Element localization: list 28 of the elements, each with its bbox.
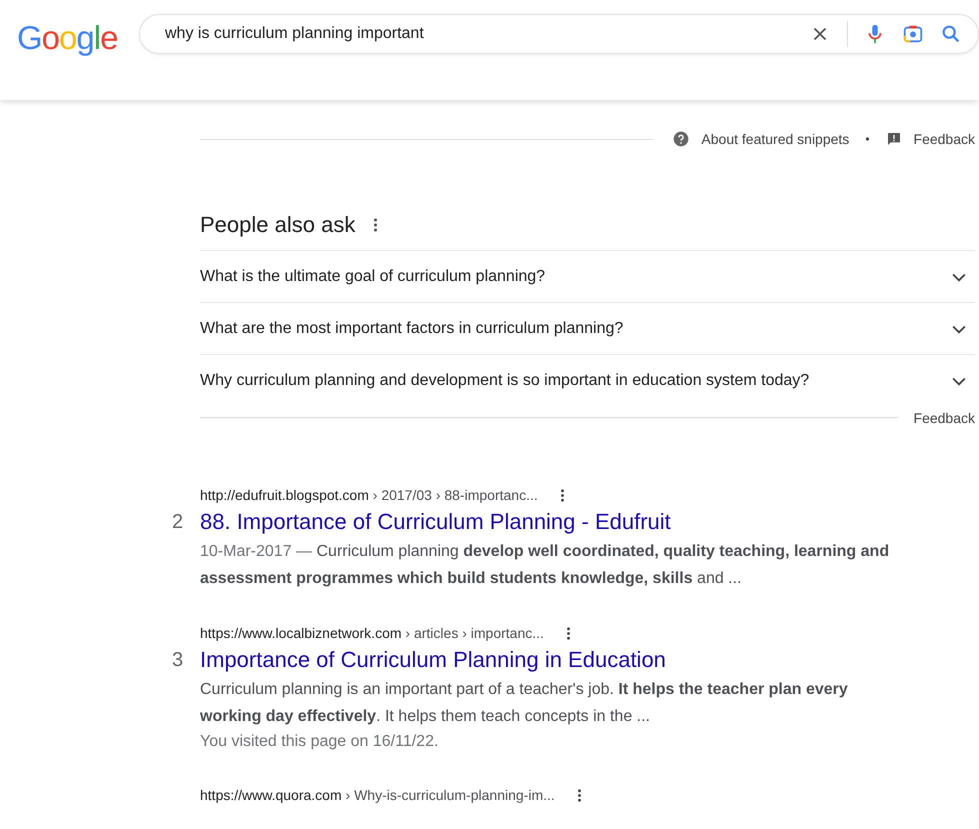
result-snippet: Curriculum planning is an important part of a teacher's job. It helps the teacher plan every working day effectively. It helps them teach concepts in the ...	[200, 680, 849, 727]
search-icon[interactable]	[940, 23, 962, 45]
more-icon[interactable]	[576, 788, 582, 802]
more-icon[interactable]	[566, 626, 571, 640]
feedback-icon	[886, 131, 902, 147]
result-url[interactable]: https://www.quora.com › Why-is-curriculum-planning-im...	[200, 787, 555, 803]
result-url[interactable]: http://edufruit.blogspot.com › 2017/03 › 88-importanc...	[200, 487, 538, 503]
result-number: 3	[172, 648, 184, 672]
section-title: People also ask	[200, 212, 356, 238]
help-icon	[673, 131, 690, 147]
question-row[interactable]: What are the most important factors in curriculum planning?	[200, 302, 975, 354]
camera-icon[interactable]	[902, 23, 924, 45]
feedback-link[interactable]: Feedback	[914, 410, 975, 426]
question-row[interactable]: What is the ultimate goal of curriculum planning?	[200, 250, 975, 302]
result-url[interactable]: https://www.localbiznetwork.com › articles › importanc...	[200, 625, 544, 641]
separator-dot: •	[865, 132, 870, 146]
result-title-link[interactable]: 88. Importance of Curriculum Planning - Edufruit	[200, 509, 671, 535]
result-snippet: 10-Mar-2017 — Curriculum planning develop well coordinated, quality teaching, learning and assessment programmes which build students knowledge, skills and ...	[200, 542, 890, 589]
more-icon[interactable]	[560, 488, 565, 502]
google-logo[interactable]: Google	[17, 20, 139, 56]
feedback-link[interactable]: Feedback	[914, 131, 975, 147]
visited-note: You visited this page on 16/11/22.	[200, 732, 440, 752]
result-number: 2	[172, 510, 184, 534]
about-link[interactable]: About featured snippets	[701, 131, 850, 147]
search-field[interactable]: why is curriculum planning important	[139, 14, 979, 54]
more-icon[interactable]	[373, 217, 378, 233]
question-row[interactable]: Why curriculum planning and development is so important in education system today?	[200, 354, 975, 406]
result-title-link[interactable]: Importance of Curriculum Planning in Education	[200, 647, 666, 673]
